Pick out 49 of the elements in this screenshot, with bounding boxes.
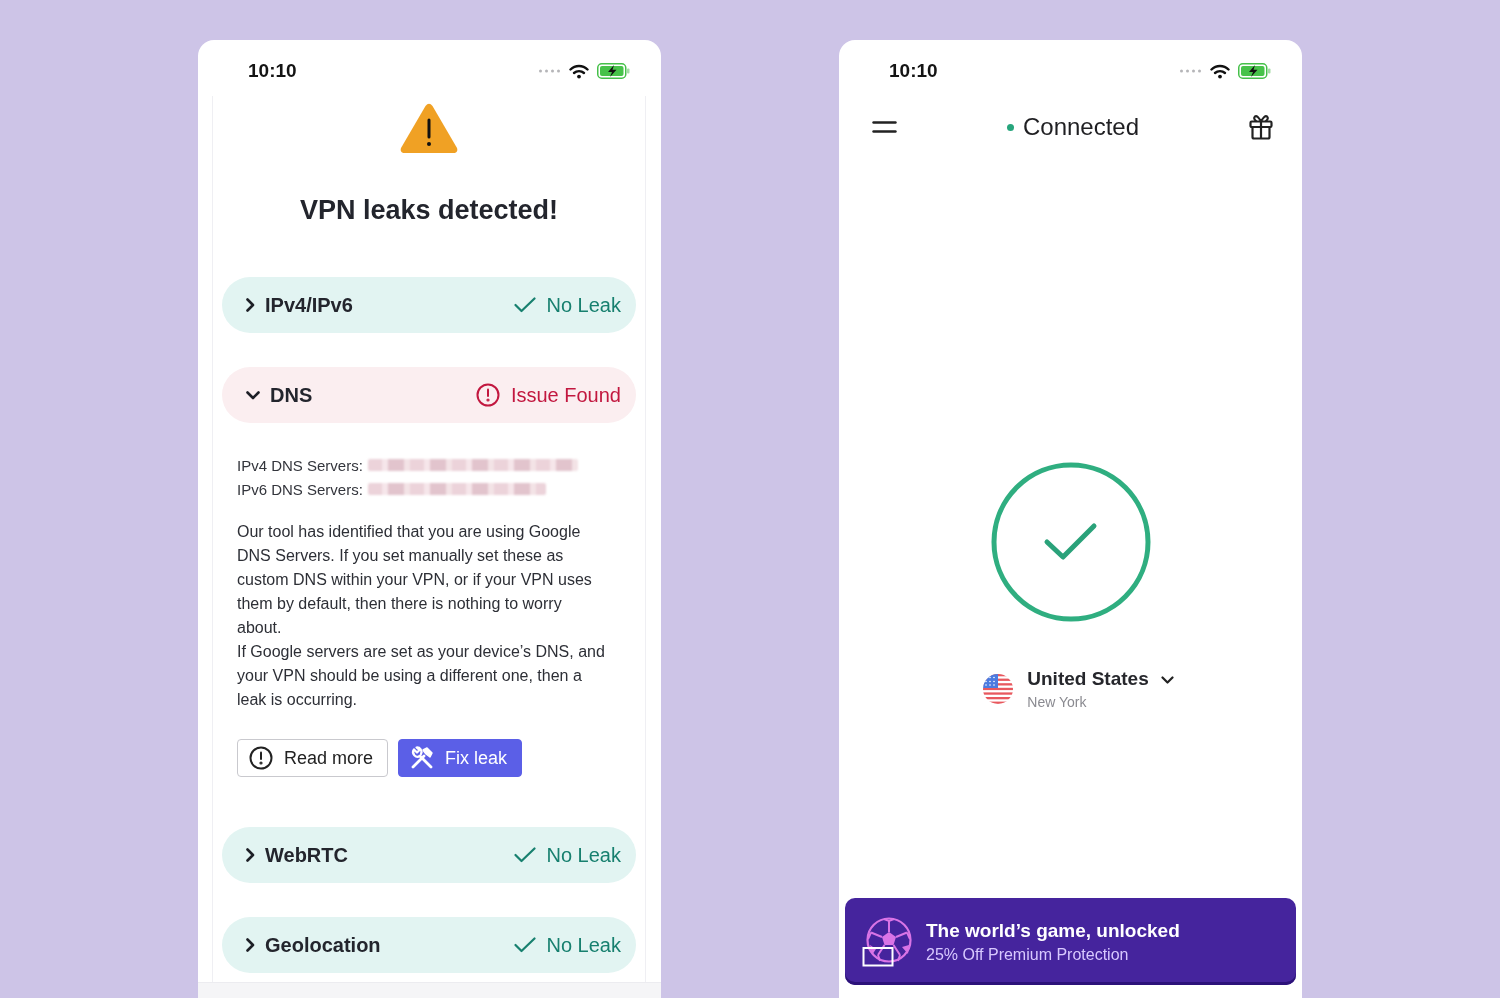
explanation-text: If Google servers are set as your device’s DNS, and your VPN should be using a different one, then a leak is occurring. <box>237 642 606 710</box>
check-result: Issue Found <box>510 383 621 407</box>
check-result: No Leak <box>546 843 621 867</box>
check-icon <box>513 937 536 953</box>
check-name: DNS <box>270 383 313 407</box>
signal-dots-icon <box>1179 69 1202 73</box>
check-name: WebRTC <box>265 843 348 867</box>
leak-check-row[interactable]: Geolocation No Leak <box>222 917 636 973</box>
status-time: 10:10 <box>248 60 297 82</box>
location-selector[interactable]: United States New York <box>983 668 1174 710</box>
tools-icon <box>410 746 435 770</box>
explanation-text: Our tool has identified that you are using Google DNS Servers. If you set manually set these as custom DNS within your VPN, or if your VPN uses them by default, then there is nothing to worry about. <box>237 522 593 638</box>
check-result: No Leak <box>546 933 621 957</box>
fix-leak-button[interactable]: Fix leak <box>398 739 523 777</box>
chevron-down-icon <box>1160 676 1174 684</box>
chevron-right-icon <box>246 848 255 862</box>
warning-icon <box>400 103 458 153</box>
wifi-icon <box>1210 63 1230 79</box>
check-circle-icon <box>990 462 1151 622</box>
promo-subtitle: 25% Off Premium Protection <box>926 945 1130 964</box>
check-icon <box>513 847 536 863</box>
leak-check-row[interactable]: IPv4/IPv6 No Leak <box>222 277 636 333</box>
leak-check-row[interactable]: DNS Issue Found <box>222 367 636 423</box>
check-name: IPv4/IPv6 <box>265 293 353 317</box>
leak-check-row[interactable]: WebRTC No Leak <box>222 827 636 883</box>
check-icon <box>513 297 536 313</box>
connection-status: Connected <box>1022 113 1140 141</box>
dns-server-label: IPv4 DNS Servers: <box>237 456 363 474</box>
wifi-icon <box>569 63 589 79</box>
dns-server-label: IPv6 DNS Servers: <box>237 480 363 498</box>
alert-circle-icon <box>249 746 273 770</box>
chevron-right-icon <box>246 298 255 312</box>
chevron-right-icon <box>246 938 255 952</box>
soccer-ball-icon <box>862 916 912 967</box>
status-time: 10:10 <box>889 60 938 82</box>
page-title: VPN leaks detected! <box>299 194 559 227</box>
check-name: Geolocation <box>265 933 381 957</box>
gift-icon[interactable] <box>1249 114 1273 140</box>
flag-icon <box>983 674 1014 704</box>
check-result: No Leak <box>546 293 621 317</box>
battery-charging-icon <box>597 63 630 79</box>
promo-banner[interactable]: The world’s game, unlocked 25% Off Premium Protection <box>845 898 1296 985</box>
promo-title: The world’s game, unlocked <box>926 919 1180 942</box>
menu-icon[interactable] <box>872 121 897 133</box>
chevron-down-icon <box>246 390 260 400</box>
alert-circle-icon <box>475 383 500 407</box>
battery-charging-icon <box>1238 63 1271 79</box>
signal-dots-icon <box>538 69 561 73</box>
read-more-button[interactable]: Read more <box>237 739 389 777</box>
